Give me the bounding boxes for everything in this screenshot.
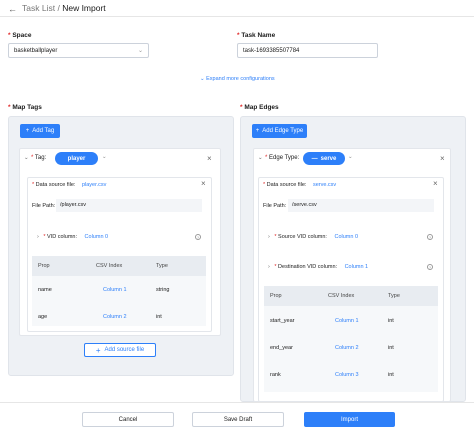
cancel-label: Cancel [118,416,138,423]
space-label: * Space [8,32,32,39]
vid-column-row: › * VID column: Column 0 [37,234,109,240]
add-tag-button[interactable]: + Add Tag [20,124,60,138]
add-edge-type-label: Add Edge Type [262,128,304,134]
save-draft-label: Save Draft [223,416,253,423]
import-button[interactable]: Import [304,412,395,427]
cancel-button[interactable]: Cancel [82,412,174,427]
info-icon[interactable]: ? [427,264,433,270]
tag-source-label: Data source file: [35,182,76,188]
chevron-down-icon[interactable]: ⌄ [258,155,263,161]
tag-source-row: * Data source file: player.csv [32,182,107,188]
add-source-file-button[interactable]: + Add source file [84,343,156,357]
map-edges-title: * Map Edges [240,104,279,111]
table-cell-prop: age [38,314,48,320]
edge-type-value: serve [320,155,337,162]
import-label: Import [340,416,358,423]
edge-source-label: Data source file: [266,182,307,188]
tag-path-field: /player.csv [56,199,202,212]
expand-config-label: Expand more configurations [206,76,275,82]
table-cell-type: int [388,318,394,324]
vid-column-label: VID column: [47,234,78,240]
breadcrumb-separator: / [57,3,60,13]
space-select[interactable]: basketballplayer ⌄ [8,43,149,58]
col-csv-index: CSV Index [328,293,355,299]
edge-source-file[interactable]: serve.csv [313,182,336,188]
source-vid-value[interactable]: Column 0 [335,234,359,240]
breadcrumb-current: New Import [62,3,106,13]
task-name-value: task-1693385507784 [243,48,300,54]
plus-icon: + [95,345,101,355]
table-cell-type: string [156,287,170,293]
add-source-file-label: Add source file [104,347,145,353]
tag-props-header: Prop CSV Index Type [32,256,206,276]
breadcrumb-task-list[interactable]: Task List [22,3,55,13]
close-icon[interactable]: × [201,180,206,188]
chevron-right-icon[interactable]: › [268,234,270,240]
edge-path-value: /serve.csv [292,202,317,208]
table-cell-index[interactable]: Column 2 [335,345,359,351]
destination-vid-row: › * Destination VID column: Column 1 [268,264,369,270]
edge-source-row: * Data source file: serve.csv [263,182,337,188]
tag-label: * Tag: [31,155,47,161]
table-cell-index[interactable]: Column 1 [103,287,127,293]
chevron-right-icon[interactable]: › [37,234,39,240]
add-tag-label: Add Tag [32,128,55,134]
table-cell-type: int [388,345,394,351]
col-type: Type [388,293,400,299]
tag-path-value: /player.csv [60,202,86,208]
table-cell-prop: start_year [270,318,295,324]
add-edge-type-button[interactable]: + Add Edge Type [252,124,307,138]
table-cell-index[interactable]: Column 3 [335,372,359,378]
chevron-right-icon[interactable]: › [268,264,270,270]
edge-path-label: File Path: [263,203,287,209]
edge-type-select[interactable]: — serve [303,152,345,165]
table-cell-prop: end_year [270,345,293,351]
vid-column-value[interactable]: Column 0 [85,234,109,240]
table-cell-prop: name [38,287,52,293]
close-icon[interactable]: × [440,155,445,163]
expand-config-link[interactable]: ⌄ Expand more configurations [200,76,275,82]
arrow-left-icon[interactable]: ← [8,4,17,14]
save-draft-button[interactable]: Save Draft [192,412,284,427]
tag-path-label: File Path: [32,203,56,209]
top-bar: ← Task List / New Import [0,0,474,17]
info-icon[interactable]: ? [195,234,201,240]
col-type: Type [156,263,168,269]
footer-bar: Cancel Save Draft Import [0,402,474,434]
chevron-down-icon: ⌄ [200,76,205,82]
table-cell-type: int [156,314,162,320]
task-name-label: * Task Name [237,32,276,39]
edge-path-field: /serve.csv [288,199,434,212]
table-cell-prop: rank [270,372,281,378]
source-vid-row: › * Source VID column: Column 0 [268,234,359,240]
close-icon[interactable]: × [433,180,438,188]
table-cell-type: int [388,372,394,378]
tag-value: player [67,155,86,162]
col-csv-index: CSV Index [96,263,123,269]
edge-type-label: * Edge Type: [265,155,300,161]
edge-props-header: Prop CSV Index Type [264,286,438,306]
destination-vid-value[interactable]: Column 1 [345,264,369,270]
plus-icon: + [25,128,30,134]
close-icon[interactable]: × [207,155,212,163]
breadcrumb: Task List / New Import [22,3,106,13]
source-vid-label: Source VID column: [278,234,327,240]
chevron-down-icon[interactable]: ⌄ [102,154,107,160]
info-icon[interactable]: ? [427,234,433,240]
task-name-input[interactable]: task-1693385507784 [237,43,378,58]
table-cell-index[interactable]: Column 2 [103,314,127,320]
chevron-down-icon: ⌄ [137,48,143,54]
chevron-down-icon[interactable]: ⌄ [348,154,353,160]
destination-vid-label: Destination VID column: [278,264,338,270]
chevron-down-icon[interactable]: ⌄ [24,155,29,161]
table-cell-index[interactable]: Column 1 [335,318,359,324]
space-value: basketballplayer [14,48,58,54]
plus-icon: + [255,128,260,134]
tag-select[interactable]: player [55,152,98,165]
col-prop: Prop [38,263,50,269]
map-tags-title: * Map Tags [8,104,42,111]
edge-line-icon: — [311,155,318,162]
col-prop: Prop [270,293,282,299]
tag-source-file[interactable]: player.csv [82,182,106,188]
